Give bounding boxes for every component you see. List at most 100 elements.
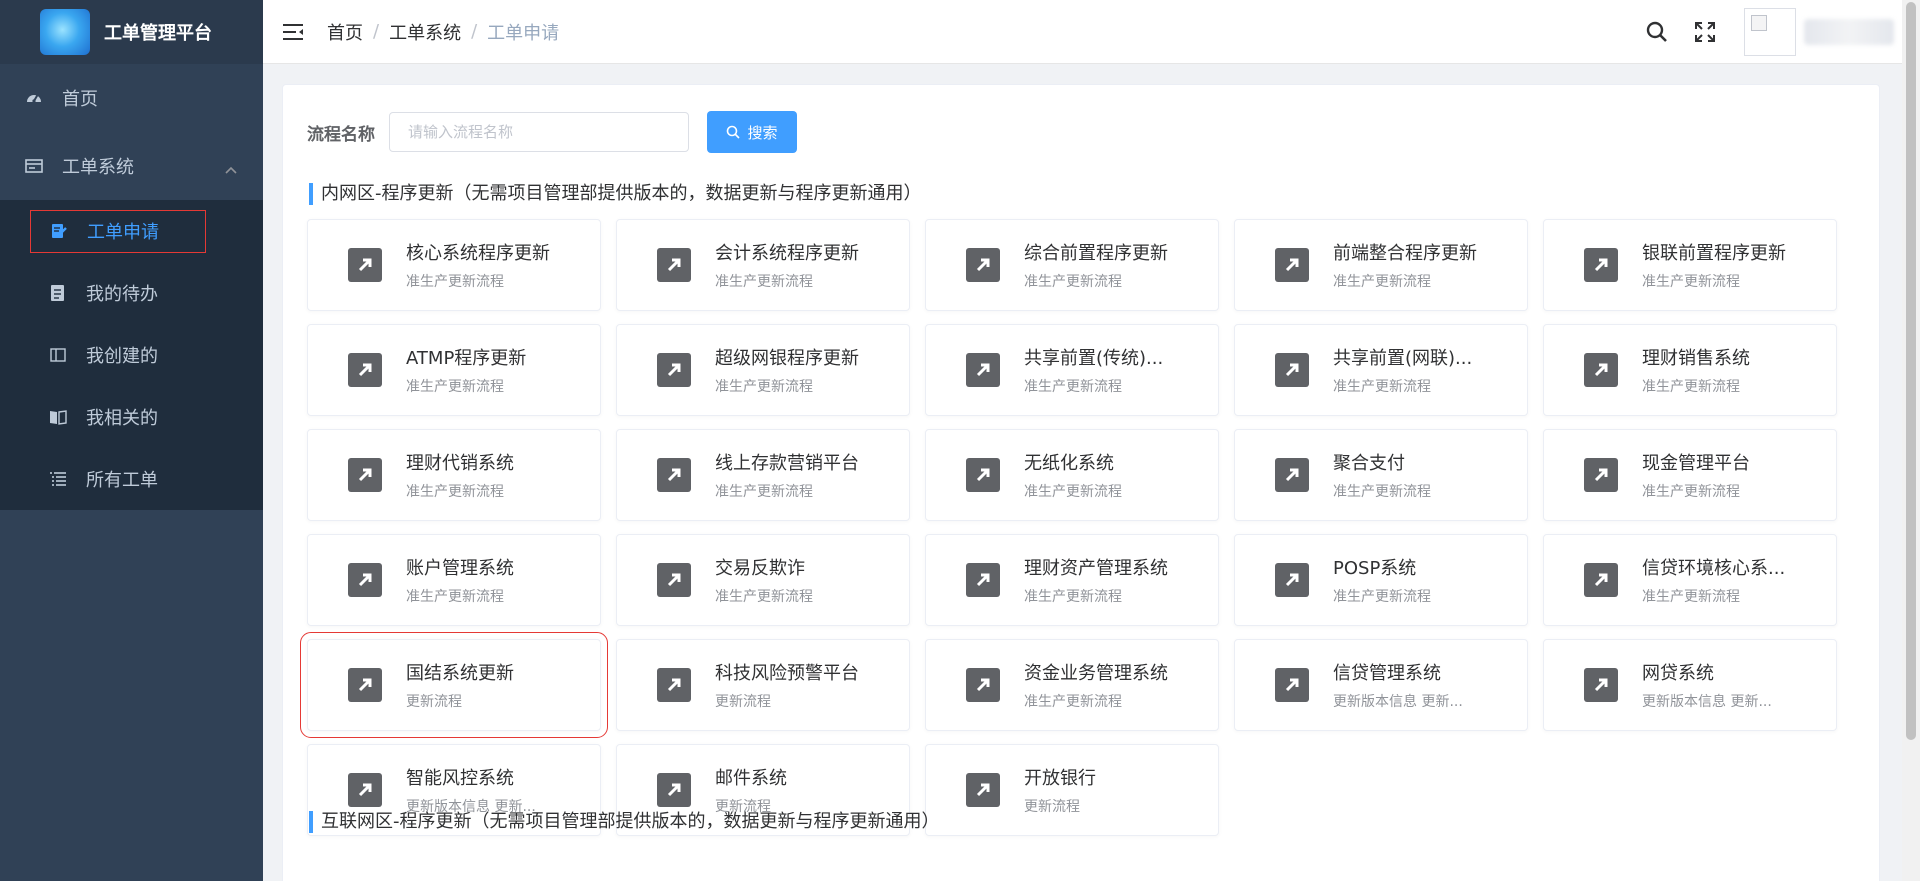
sidebar-item-todo[interactable]: 我的待办 [0,262,263,324]
process-name: 共享前置(网联)... [1333,348,1473,369]
process-desc: 更新流程 [715,694,771,710]
external-link-icon [966,563,1000,597]
process-name: 账户管理系统 [406,558,514,579]
process-card-text: 邮件系统 更新流程 [715,764,787,816]
process-card[interactable]: 会计系统程序更新 准生产更新流程 [616,219,910,311]
sidebar-item-home[interactable]: 首页 [0,64,263,132]
breadcrumb-separator: / [471,21,478,42]
hamburger-icon[interactable] [281,20,305,44]
process-name: 超级网银程序更新 [715,348,859,369]
sidebar-item-related[interactable]: 我相关的 [0,386,263,448]
sidebar-group-workorder[interactable]: 工单系统 [0,132,263,200]
process-desc: 准生产更新流程 [1024,484,1122,500]
process-desc: 准生产更新流程 [1642,274,1740,290]
process-desc: 准生产更新流程 [406,589,504,605]
process-card-text: 信贷环境核心系... 准生产更新流程 [1642,554,1785,606]
external-link-icon [657,563,691,597]
breadcrumb-workorder[interactable]: 工单系统 [389,19,461,45]
external-link-icon [657,773,691,807]
process-desc: 准生产更新流程 [406,379,504,395]
related-icon [48,407,68,427]
process-card-text: 科技风险预警平台 更新流程 [715,659,859,711]
process-card[interactable]: 综合前置程序更新 准生产更新流程 [925,219,1219,311]
process-card-text: 理财资产管理系统 准生产更新流程 [1024,554,1168,606]
process-card[interactable]: 超级网银程序更新准生产更新流程 [616,324,910,416]
process-desc: 准生产更新流程 [1333,379,1431,395]
process-card[interactable]: POSP系统 准生产更新流程 [1234,534,1528,626]
process-desc: 准生产更新流程 [1642,589,1740,605]
search-form: 流程名称 搜索 [307,111,797,153]
external-link-icon [348,353,382,387]
section-title-internet: 互联网区-程序更新（无需项目管理部提供版本的，数据更新与程序更新通用） [309,811,940,833]
process-card[interactable]: 银联前置程序更新 准生产更新流程 [1543,219,1837,311]
process-name: 共享前置(传统)... [1024,348,1164,369]
process-grid-intranet: 核心系统程序更新 准生产更新流程 会计系统程序更新 准生产更新流程 综合前置程序更新 准生… [300,219,1837,836]
sidebar-item-label: 我的待办 [86,284,158,305]
search-button[interactable]: 搜索 [707,111,797,153]
search-icon[interactable] [1644,19,1670,45]
process-card[interactable]: ATMP程序更新 准生产更新流程 [307,324,601,416]
process-card[interactable]: 开放银行 更新流程 [925,744,1219,836]
process-desc: 准生产更新流程 [715,484,813,500]
external-link-icon [966,458,1000,492]
process-name: 理财代销系统 [406,453,514,474]
process-card[interactable]: 理财代销系统 准生产更新流程 [307,429,601,521]
process-card-text: 核心系统程序更新 准生产更新流程 [406,239,550,291]
process-card-text: 线上存款营销平台 准生产更新流程 [715,449,859,501]
process-card[interactable]: 科技风险预警平台 更新流程 [616,639,910,731]
process-card[interactable]: 无纸化系统准生产更新流程 [925,429,1219,521]
avatar[interactable] [1744,8,1796,56]
process-card[interactable]: 核心系统程序更新 准生产更新流程 [307,219,601,311]
process-card[interactable]: 共享前置(传统)... 准生产更新流程 [925,324,1219,416]
process-card[interactable]: 前端整合程序更新 准生产更新流程 [1234,219,1528,311]
user-name-blurred[interactable] [1804,19,1894,45]
search-input[interactable] [389,112,689,152]
process-name: 无纸化系统 [1024,453,1114,474]
sidebar-item-label: 工单系统 [62,157,134,178]
process-card-text: 超级网银程序更新准生产更新流程 [715,344,859,396]
process-card[interactable]: 国结系统更新 更新流程 [300,632,608,738]
process-desc: 准生产更新流程 [715,274,813,290]
breadcrumb: 首页 / 工单系统 / 工单申请 [327,19,559,45]
process-name: 前端整合程序更新 [1333,243,1477,264]
external-link-icon [1584,458,1618,492]
process-card[interactable]: 现金管理平台 准生产更新流程 [1543,429,1837,521]
breadcrumb-current: 工单申请 [487,22,560,44]
sidebar-item-apply[interactable]: 工单申请 [0,200,263,262]
process-card[interactable]: 信贷管理系统 更新版本信息 更新... [1234,639,1528,731]
process-card[interactable]: 理财销售系统 准生产更新流程 [1543,324,1837,416]
process-card[interactable]: 聚合支付 准生产更新流程 [1234,429,1528,521]
logo-bar: 工单管理平台 [0,0,263,64]
process-card[interactable]: 信贷环境核心系... 准生产更新流程 [1543,534,1837,626]
breadcrumb-home[interactable]: 首页 [327,19,363,45]
process-card-text: 会计系统程序更新 准生产更新流程 [715,239,859,291]
vertical-scrollbar[interactable] [1902,0,1920,881]
external-link-icon [966,248,1000,282]
external-link-icon [1584,563,1618,597]
process-card[interactable]: 交易反欺诈 准生产更新流程 [616,534,910,626]
sidebar-item-created[interactable]: 我创建的 [0,324,263,386]
process-card[interactable]: 理财资产管理系统 准生产更新流程 [925,534,1219,626]
external-link-icon [1275,458,1309,492]
process-card-text: 理财销售系统 准生产更新流程 [1642,344,1750,396]
sidebar-item-all[interactable]: 所有工单 [0,448,263,510]
process-card[interactable]: 账户管理系统准生产更新流程 [307,534,601,626]
process-card[interactable]: 网贷系统 更新版本信息 更新... [1543,639,1837,731]
process-card[interactable]: 共享前置(网联)... 准生产更新流程 [1234,324,1528,416]
process-name: 邮件系统 [715,768,787,789]
list-icon [48,469,68,489]
external-link-icon [657,668,691,702]
main-card: 流程名称 搜索 内网区-程序更新（无需项目管理部提供版本的，数据更新与程序更新通… [282,84,1880,881]
process-card[interactable]: 资金业务管理系统 准生产更新流程 [925,639,1219,731]
external-link-icon [348,458,382,492]
breadcrumb-separator: / [373,21,380,42]
process-desc: 准生产更新流程 [1024,694,1122,710]
scrollbar-thumb[interactable] [1906,2,1916,740]
process-card[interactable]: 线上存款营销平台 准生产更新流程 [616,429,910,521]
process-desc: 准生产更新流程 [715,379,813,395]
process-desc: 更新流程 [406,694,462,710]
external-link-icon [1275,353,1309,387]
external-link-icon [1584,668,1618,702]
fullscreen-icon[interactable] [1692,19,1718,45]
external-link-icon [657,248,691,282]
